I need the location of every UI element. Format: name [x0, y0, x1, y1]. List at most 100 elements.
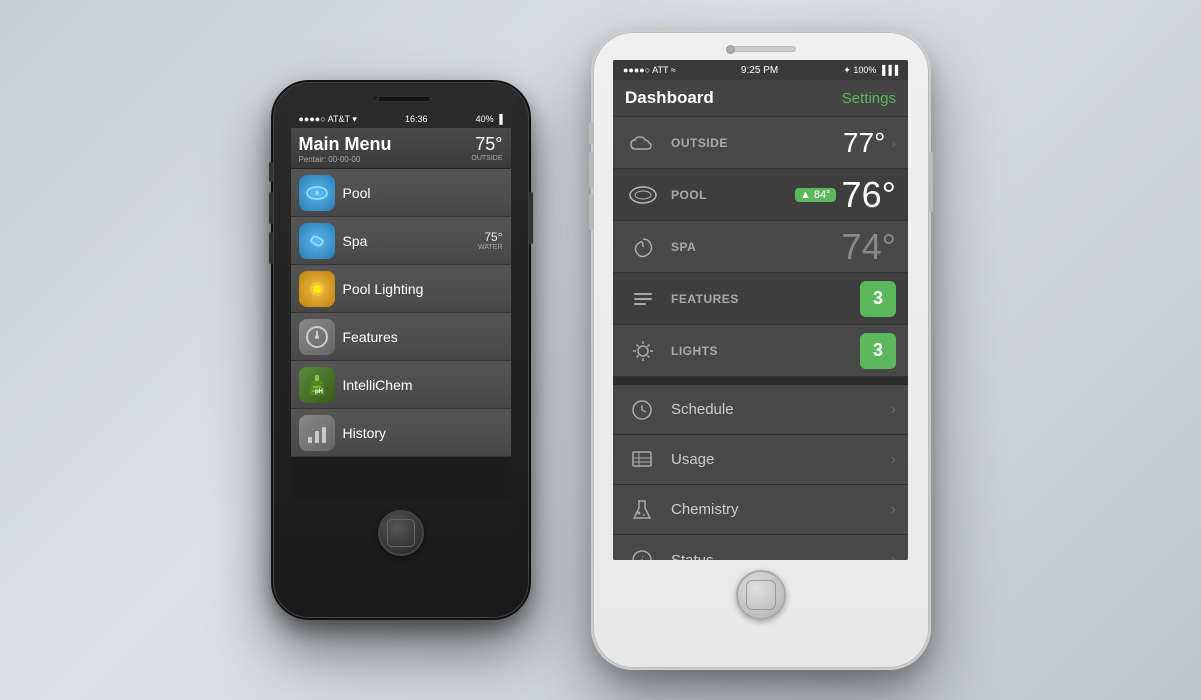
pool-oval-icon — [625, 177, 661, 213]
history-icon — [299, 415, 335, 451]
schedule-chevron: › — [891, 401, 896, 419]
battery-text: 40% ▐ — [476, 114, 503, 124]
iphone-black: ●●●●○ AT&T ▾ 16:36 40% ▐ Main Menu Penta… — [271, 80, 531, 620]
intellichem-label: IntelliChem — [343, 377, 503, 393]
outside-label: OUTSIDE — [671, 136, 843, 150]
usage-label: Usage — [671, 451, 891, 468]
schedule-row[interactable]: Schedule › — [613, 385, 908, 435]
volume-up-button[interactable] — [269, 192, 273, 224]
status-bar: ●●●●○ AT&T ▾ 16:36 40% ▐ — [291, 110, 511, 128]
home-button[interactable] — [378, 510, 424, 556]
spa-label-right: SPA — [671, 240, 842, 254]
clock-icon — [625, 393, 659, 427]
mute-button[interactable] — [269, 162, 273, 182]
svg-text:pH: pH — [315, 389, 323, 395]
white-front-camera — [726, 45, 735, 54]
features-icon-svg — [303, 323, 331, 351]
cloud-icon — [625, 125, 661, 161]
spa-swirl-icon — [625, 229, 661, 265]
lights-label: LIGHTS — [671, 344, 860, 358]
lighting-icon — [299, 271, 335, 307]
white-status-bar: ●●●●○ ATT ≈ 9:25 PM ✦ 100% ▐▐▐ — [613, 60, 908, 80]
sun-icon-svg — [629, 337, 657, 365]
usage-row[interactable]: Usage › — [613, 435, 908, 485]
clock-icon-svg — [630, 398, 654, 422]
dashboard-title: Dashboard — [625, 88, 714, 108]
outside-row[interactable]: OUTSIDE 77° › — [613, 117, 908, 169]
features-count-badge: 3 — [860, 281, 896, 317]
history-icon-svg — [303, 419, 331, 447]
iphone-white: ●●●●○ ATT ≈ 9:25 PM ✦ 100% ▐▐▐ Dashboard… — [591, 30, 931, 670]
menu-item-pool[interactable]: Pool — [291, 169, 511, 217]
features-label: Features — [343, 329, 503, 345]
status-row[interactable]: i Status › — [613, 535, 908, 560]
white-signal: ●●●●○ ATT ≈ — [623, 65, 676, 75]
lights-row[interactable]: LIGHTS 3 — [613, 325, 908, 377]
status-label: Status — [671, 552, 891, 561]
sun-icon — [625, 333, 661, 369]
features-bars-icon-svg — [629, 285, 657, 313]
spa-icon-svg — [303, 227, 331, 255]
outside-temp: 75° — [471, 134, 502, 155]
menu-item-features[interactable]: Features — [291, 313, 511, 361]
pool-row[interactable]: POOL ▲ 84° 76° — [613, 169, 908, 221]
left-screen: ●●●●○ AT&T ▾ 16:36 40% ▐ Main Menu Penta… — [291, 110, 511, 500]
white-top-speaker — [726, 46, 796, 52]
pool-lighting-label: Pool Lighting — [343, 281, 503, 297]
intellichem-icon: pH — [299, 367, 335, 403]
spa-temp-badge: 75° WATER — [478, 230, 503, 251]
separator — [613, 377, 908, 385]
time-text: 16:36 — [405, 114, 428, 124]
top-speaker — [371, 96, 431, 102]
white-sleep-button[interactable] — [929, 152, 933, 212]
left-header: Main Menu Pentair: 00-00-00 75° OUTSIDE — [291, 128, 511, 169]
features-label-right: FEATURES — [671, 292, 860, 306]
chemistry-icon-svg — [630, 498, 654, 522]
menu-list: Pool Spa 75° WATER — [291, 169, 511, 457]
pool-temp: 76° — [842, 174, 896, 216]
usage-icon-svg — [630, 448, 654, 472]
pool-badge-text: ▲ 84° — [800, 189, 831, 201]
white-mute-button[interactable] — [589, 122, 593, 144]
pool-label-right: POOL — [671, 188, 795, 202]
settings-button[interactable]: Settings — [842, 90, 896, 107]
menu-item-intellichem[interactable]: pH IntelliChem — [291, 361, 511, 409]
device-id: Pentair: 00-00-00 — [299, 155, 392, 164]
intellichem-icon-svg: pH — [303, 371, 331, 399]
pool-heat-badge: ▲ 84° — [795, 188, 836, 202]
white-volume-up-button[interactable] — [589, 152, 593, 188]
menu-item-history[interactable]: History — [291, 409, 511, 457]
chemistry-chevron: › — [891, 501, 896, 519]
outside-chevron: › — [891, 135, 896, 151]
white-home-button-inner — [746, 580, 776, 610]
spa-temp: 74° — [842, 226, 896, 268]
status-chevron: › — [891, 551, 896, 560]
chemistry-row[interactable]: Chemistry › — [613, 485, 908, 535]
menu-item-pool-lighting[interactable]: Pool Lighting — [291, 265, 511, 313]
features-row[interactable]: FEATURES 3 — [613, 273, 908, 325]
pool-oval-icon-svg — [627, 183, 659, 207]
outside-label: OUTSIDE — [471, 155, 502, 162]
spa-icon — [299, 223, 335, 259]
pool-icon — [299, 175, 335, 211]
chemistry-icon — [625, 493, 659, 527]
white-time: 9:25 PM — [741, 65, 778, 76]
main-menu-title: Main Menu — [299, 134, 392, 155]
spa-row[interactable]: SPA 74° — [613, 221, 908, 273]
signal-text: ●●●●○ AT&T ▾ — [299, 114, 357, 125]
outside-temp: 77° — [843, 127, 885, 159]
chemistry-label: Chemistry — [671, 501, 891, 518]
features-icon — [299, 319, 335, 355]
right-screen: ●●●●○ ATT ≈ 9:25 PM ✦ 100% ▐▐▐ Dashboard… — [613, 60, 908, 560]
white-home-button[interactable] — [736, 570, 786, 620]
features-bars-icon — [625, 281, 661, 317]
usage-icon — [625, 443, 659, 477]
sleep-button[interactable] — [529, 192, 533, 244]
white-volume-down-button[interactable] — [589, 194, 593, 230]
menu-item-spa[interactable]: Spa 75° WATER — [291, 217, 511, 265]
volume-down-button[interactable] — [269, 232, 273, 264]
spa-swirl-icon-svg — [629, 233, 657, 261]
home-button-inner — [387, 519, 415, 547]
info-icon-svg: i — [630, 548, 654, 560]
history-label: History — [343, 425, 503, 441]
